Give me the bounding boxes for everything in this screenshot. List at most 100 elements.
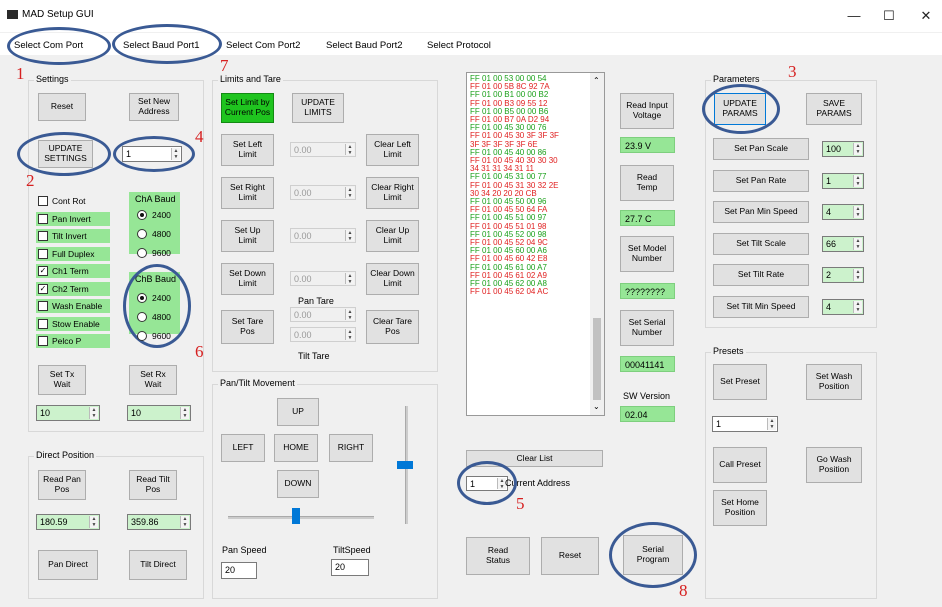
minimize-button[interactable]: — bbox=[842, 6, 866, 26]
radio-dot[interactable] bbox=[137, 229, 147, 239]
checkbox-cont-rot[interactable]: Cont Rot bbox=[36, 194, 96, 208]
checkbox-pan-invert[interactable]: Pan Invert bbox=[36, 211, 110, 226]
set-pan-min-speed-button[interactable]: Set Pan Min Speed bbox=[713, 201, 809, 223]
set-tilt-rate-stepper[interactable]: 2 ▲ ▼ bbox=[822, 267, 864, 283]
move-right-button[interactable]: RIGHT bbox=[329, 434, 373, 462]
move-up-button[interactable]: UP bbox=[277, 398, 319, 426]
clear-up-limit-button[interactable]: Clear Up Limit bbox=[366, 220, 419, 252]
set-tilt-scale-button[interactable]: Set Tilt Scale bbox=[713, 232, 809, 255]
rx-wait-stepper[interactable]: 10 ▲ ▼ bbox=[127, 405, 191, 421]
set-limit-current-pos-button[interactable]: Set Limit by Current Pos bbox=[221, 93, 274, 123]
pan-tare-input[interactable]: 0.00 ▲ ▼ bbox=[290, 307, 356, 322]
set-up-limit-input[interactable]: 0.00 ▲ ▼ bbox=[290, 228, 356, 243]
set-tilt-min-speed-button[interactable]: Set Tilt Min Speed bbox=[713, 295, 809, 318]
spin-arrows-icon[interactable]: ▲ ▼ bbox=[345, 187, 354, 199]
checkbox-box[interactable] bbox=[38, 301, 48, 311]
radio-dot[interactable] bbox=[137, 293, 147, 303]
close-button[interactable]: ✕ bbox=[914, 6, 938, 26]
set-up-limit-button[interactable]: Set Up Limit bbox=[221, 220, 274, 252]
spin-arrows-icon[interactable]: ▲ ▼ bbox=[853, 300, 862, 313]
checkbox-box[interactable] bbox=[38, 318, 48, 329]
update-limits-button[interactable]: UPDATE LIMITS bbox=[292, 93, 344, 123]
scroll-up-icon[interactable]: ⌃ bbox=[593, 76, 600, 85]
chb-baud-9600[interactable]: 9600 bbox=[137, 329, 171, 343]
set-home-position-button[interactable]: Set Home Position bbox=[713, 490, 767, 526]
checkbox-stow-enable[interactable]: Stow Enable bbox=[36, 316, 110, 331]
tx-wait-stepper[interactable]: 10 ▲ ▼ bbox=[36, 405, 100, 421]
radio-dot[interactable] bbox=[137, 312, 147, 322]
set-pan-rate-button[interactable]: Set Pan Rate bbox=[713, 169, 809, 192]
save-params-button[interactable]: SAVE PARAMS bbox=[806, 93, 862, 125]
set-pan-min-speed-stepper[interactable]: 4 ▲ ▼ bbox=[822, 204, 864, 220]
set-wash-position-button[interactable]: Set Wash Position bbox=[806, 364, 862, 400]
set-tare-pos-button[interactable]: Set Tare Pos bbox=[221, 310, 274, 344]
checkbox-box[interactable]: ✓ bbox=[38, 283, 48, 294]
cha-baud-2400[interactable]: 2400 bbox=[137, 208, 171, 222]
clear-tare-pos-button[interactable]: Clear Tare Pos bbox=[366, 310, 419, 344]
chb-baud-4800[interactable]: 4800 bbox=[137, 310, 171, 324]
spin-arrows-icon[interactable]: ▲ ▼ bbox=[853, 206, 862, 218]
checkbox-box[interactable] bbox=[38, 213, 48, 224]
read-temp-button[interactable]: Read Temp bbox=[620, 165, 674, 201]
read-input-voltage-button[interactable]: Read Input Voltage bbox=[620, 93, 674, 129]
read-pan-pos-button[interactable]: Read Pan Pos bbox=[38, 470, 86, 500]
pan-speed-slider-thumb[interactable] bbox=[292, 508, 300, 524]
spin-arrows-icon[interactable]: ▲ ▼ bbox=[345, 329, 354, 341]
spin-arrows-icon[interactable]: ▲ ▼ bbox=[345, 273, 354, 285]
pan-speed-input[interactable]: 20 bbox=[221, 562, 257, 579]
call-preset-button[interactable]: Call Preset bbox=[713, 447, 767, 483]
serial-log-list[interactable]: FF 01 00 53 00 00 54 FF 01 00 5B 8C 92 7A… bbox=[466, 72, 605, 416]
checkbox-box[interactable]: ✓ bbox=[38, 266, 48, 276]
log-reset-button[interactable]: Reset bbox=[541, 537, 599, 575]
checkbox-box[interactable] bbox=[38, 231, 48, 241]
set-left-limit-button[interactable]: Set Left Limit bbox=[221, 134, 274, 166]
set-pan-rate-stepper[interactable]: 1 ▲ ▼ bbox=[822, 172, 864, 189]
menu-select-baud-port2[interactable]: Select Baud Port2 bbox=[326, 40, 403, 51]
checkbox-box[interactable] bbox=[38, 336, 48, 346]
checkbox-tilt-invert[interactable]: Tilt Invert bbox=[36, 229, 110, 243]
tilt-direct-button[interactable]: Tilt Direct bbox=[129, 550, 187, 580]
radio-dot[interactable] bbox=[137, 331, 147, 341]
pan-speed-slider[interactable] bbox=[228, 516, 374, 519]
move-left-button[interactable]: LEFT bbox=[221, 434, 265, 462]
checkbox-full-duplex[interactable]: Full Duplex bbox=[36, 246, 110, 261]
spin-arrows-icon[interactable]: ▲ ▼ bbox=[767, 418, 776, 430]
read-tilt-pos-button[interactable]: Read Tilt Pos bbox=[129, 470, 177, 500]
move-home-button[interactable]: HOME bbox=[274, 434, 318, 462]
clear-down-limit-button[interactable]: Clear Down Limit bbox=[366, 263, 419, 295]
spin-arrows-icon[interactable]: ▲ ▼ bbox=[853, 174, 862, 187]
set-tilt-min-speed-stepper[interactable]: 4 ▲ ▼ bbox=[822, 298, 864, 315]
set-right-limit-button[interactable]: Set Right Limit bbox=[221, 177, 274, 209]
set-tx-wait-button[interactable]: Set Tx Wait bbox=[38, 365, 86, 395]
read-status-button[interactable]: Read Status bbox=[466, 537, 530, 575]
checkbox-box[interactable] bbox=[38, 196, 48, 206]
spin-arrows-icon[interactable]: ▲ ▼ bbox=[345, 144, 354, 156]
cha-baud-9600[interactable]: 9600 bbox=[137, 246, 171, 260]
log-scrollbar-thumb[interactable] bbox=[593, 318, 601, 400]
reset-button[interactable]: Reset bbox=[38, 93, 86, 121]
checkbox-pelco-p[interactable]: Pelco P bbox=[36, 334, 110, 348]
tilt-speed-slider-thumb[interactable] bbox=[397, 461, 413, 469]
set-right-limit-input[interactable]: 0.00 ▲ ▼ bbox=[290, 185, 356, 200]
set-serial-number-button[interactable]: Set Serial Number bbox=[620, 310, 674, 346]
tilt-tare-input[interactable]: 0.00 ▲ ▼ bbox=[290, 327, 356, 342]
pan-direct-stepper[interactable]: 180.59 ▲ ▼ bbox=[36, 514, 100, 530]
menu-select-com-port2[interactable]: Select Com Port2 bbox=[226, 40, 300, 51]
set-pan-scale-button[interactable]: Set Pan Scale bbox=[713, 138, 809, 160]
set-preset-button[interactable]: Set Preset bbox=[713, 364, 767, 400]
set-rx-wait-button[interactable]: Set Rx Wait bbox=[129, 365, 177, 395]
radio-dot[interactable] bbox=[137, 248, 147, 258]
go-wash-position-button[interactable]: Go Wash Position bbox=[806, 447, 862, 483]
tilt-speed-input[interactable]: 20 bbox=[331, 559, 369, 576]
set-left-limit-input[interactable]: 0.00 ▲ ▼ bbox=[290, 142, 356, 157]
spin-arrows-icon[interactable]: ▲ ▼ bbox=[89, 516, 98, 528]
set-down-limit-input[interactable]: 0.00 ▲ ▼ bbox=[290, 271, 356, 286]
spin-arrows-icon[interactable]: ▲ ▼ bbox=[180, 407, 189, 419]
spin-arrows-icon[interactable]: ▲ ▼ bbox=[89, 407, 98, 419]
checkbox-ch2-term[interactable]: ✓ Ch2 Term bbox=[36, 281, 110, 296]
chb-baud-2400[interactable]: 2400 bbox=[137, 291, 171, 305]
spin-arrows-icon[interactable]: ▲ ▼ bbox=[853, 269, 862, 281]
set-tilt-rate-button[interactable]: Set Tilt Rate bbox=[713, 264, 809, 286]
tilt-direct-stepper[interactable]: 359.86 ▲ ▼ bbox=[127, 514, 191, 530]
set-new-address-button[interactable]: Set New Address bbox=[129, 93, 179, 121]
